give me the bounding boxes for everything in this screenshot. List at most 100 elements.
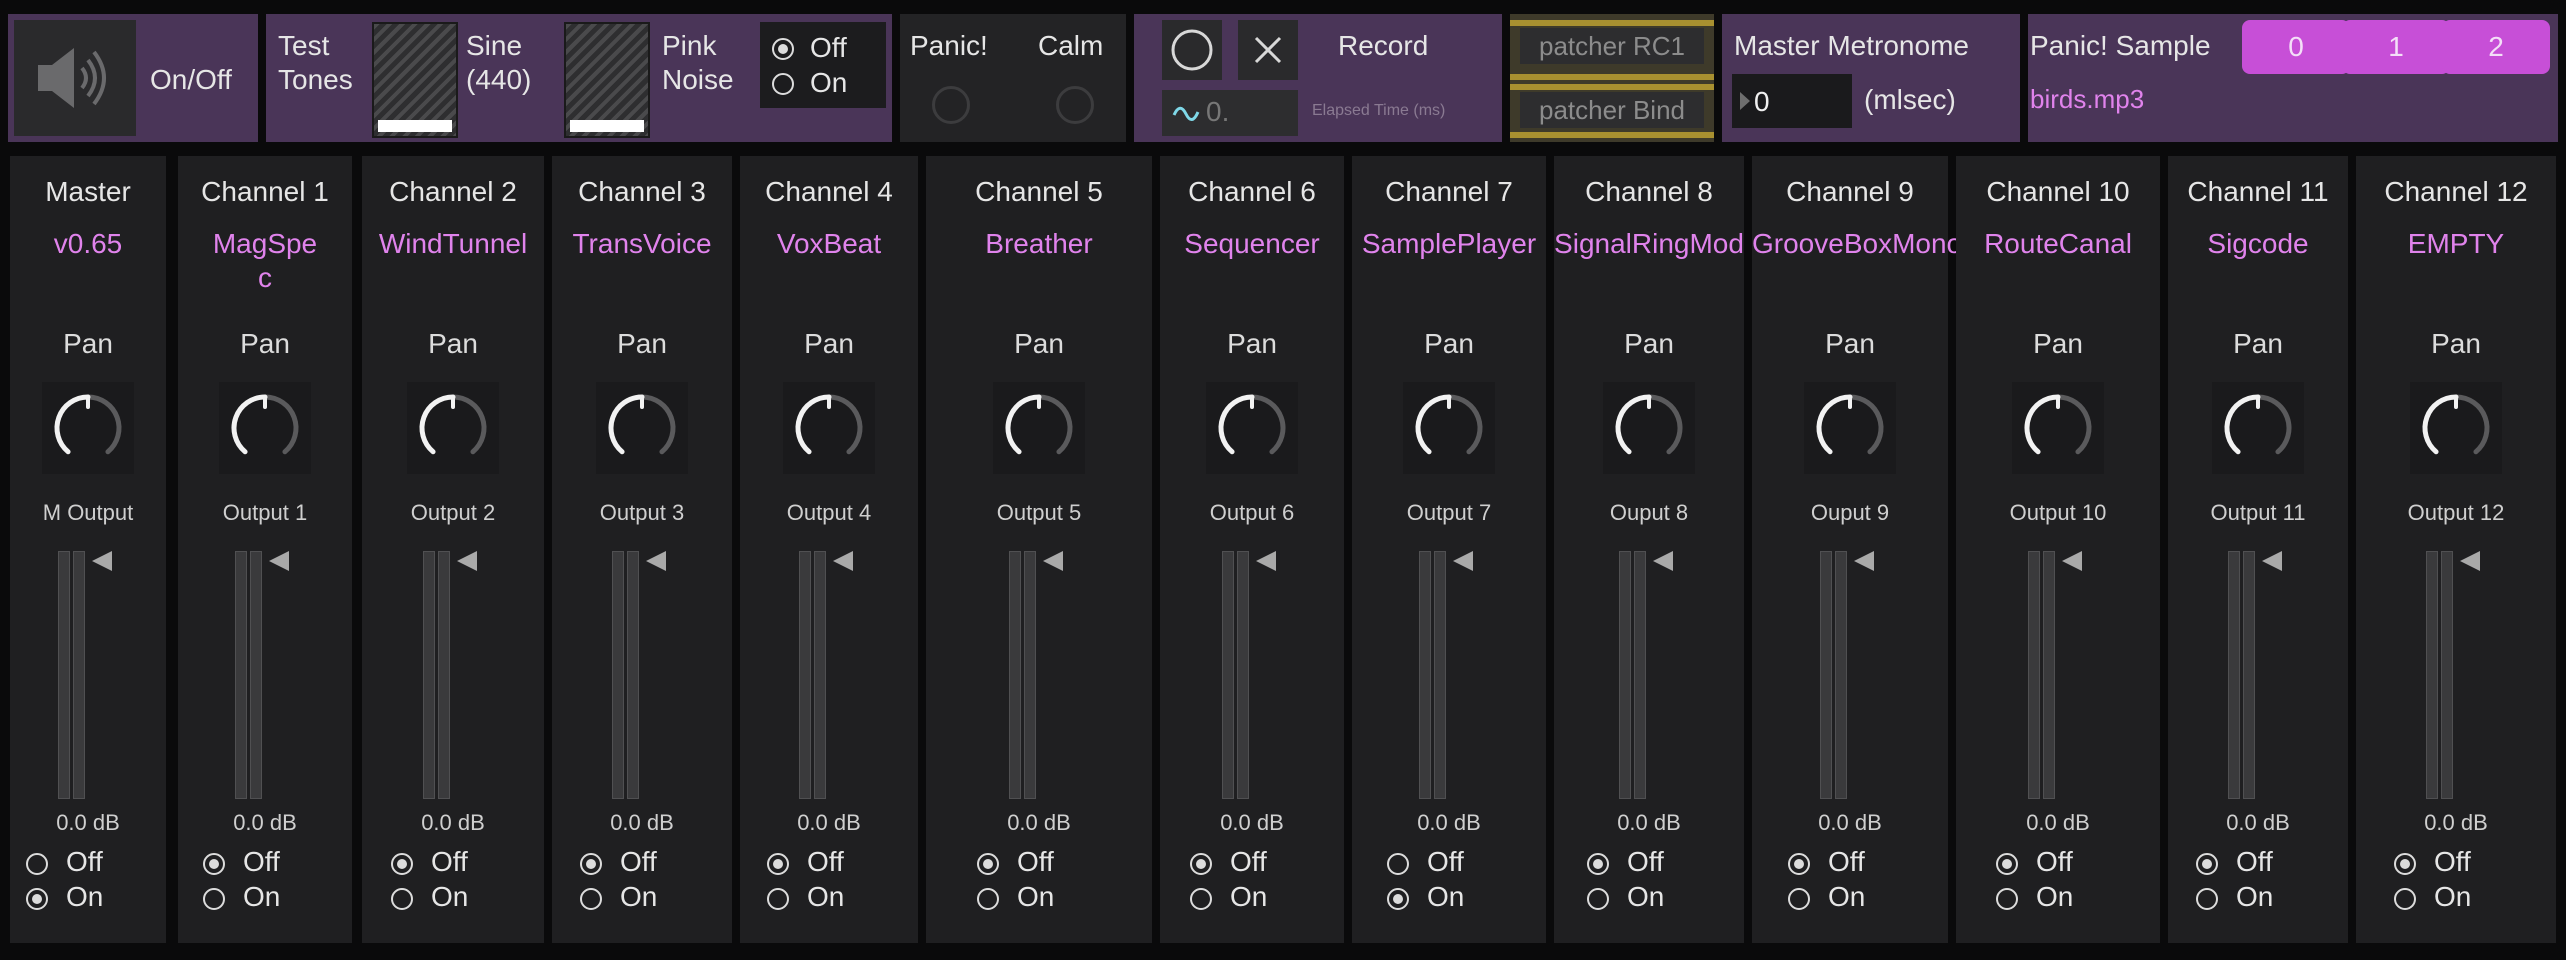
volume-fader[interactable] (799, 551, 853, 799)
pan-knob[interactable] (783, 382, 875, 474)
channel-on-radio[interactable] (1587, 888, 1609, 910)
patcher-rc1-button[interactable]: patcher RC1 (1520, 28, 1704, 64)
channel-module-name[interactable]: SamplePlayer (1352, 228, 1546, 260)
volume-fader[interactable] (1419, 551, 1473, 799)
fader-handle-icon[interactable] (457, 551, 477, 571)
channel-module-name[interactable]: EMPTY (2356, 228, 2556, 260)
channel-module-name-wrap[interactable]: c (178, 262, 352, 294)
panic-sample-button-2[interactable]: 2 (2442, 20, 2550, 74)
fader-handle-icon[interactable] (1854, 551, 1874, 571)
channel-off-radio[interactable] (1190, 853, 1212, 875)
channel-off-radio[interactable] (1788, 853, 1810, 875)
sine-tone-toggle[interactable] (372, 22, 458, 138)
channel-on-radio[interactable] (203, 888, 225, 910)
channel-module-name[interactable]: v0.65 (10, 228, 166, 260)
channel-off-radio[interactable] (26, 853, 48, 875)
volume-fader[interactable] (1009, 551, 1063, 799)
test-tones-off-radio[interactable] (772, 38, 794, 60)
volume-fader[interactable] (2426, 551, 2480, 799)
test-tones-on-radio[interactable] (772, 73, 794, 95)
channel-on-radio[interactable] (1190, 888, 1212, 910)
dac-toggle-button[interactable] (14, 20, 136, 136)
pan-knob[interactable] (1206, 382, 1298, 474)
channel-module-name[interactable]: Breather (926, 228, 1152, 260)
channel-off-radio[interactable] (391, 853, 413, 875)
volume-fader[interactable] (1222, 551, 1276, 799)
channel-off-radio[interactable] (580, 853, 602, 875)
test-tones-label-2: Tones (278, 64, 353, 95)
volume-fader[interactable] (612, 551, 666, 799)
fader-handle-icon[interactable] (2062, 551, 2082, 571)
fader-handle-icon[interactable] (269, 551, 289, 571)
panic-button[interactable] (932, 86, 970, 124)
pan-knob[interactable] (42, 382, 134, 474)
channel-module-name[interactable]: WindTunnel (362, 228, 544, 260)
channel-module-name[interactable]: Sigcode (2168, 228, 2348, 260)
metronome-number-box[interactable]: 0 (1732, 74, 1852, 128)
record-stop-button[interactable] (1238, 20, 1298, 80)
pan-knob[interactable] (1804, 382, 1896, 474)
channel-off-radio[interactable] (767, 853, 789, 875)
pan-knob[interactable] (1603, 382, 1695, 474)
volume-fader[interactable] (1619, 551, 1673, 799)
channel-on-radio[interactable] (1788, 888, 1810, 910)
pan-knob[interactable] (219, 382, 311, 474)
channel-on-radio[interactable] (1996, 888, 2018, 910)
channel-module-name[interactable]: VoxBeat (740, 228, 918, 260)
patcher-bind-button[interactable]: patcher Bind (1520, 92, 1704, 128)
volume-fader[interactable] (1820, 551, 1874, 799)
pan-knob[interactable] (2410, 382, 2502, 474)
pan-knob[interactable] (2212, 382, 2304, 474)
fader-handle-icon[interactable] (646, 551, 666, 571)
channel-on-radio[interactable] (391, 888, 413, 910)
pan-knob[interactable] (2012, 382, 2104, 474)
channel-module-name[interactable]: Sequencer (1160, 228, 1344, 260)
fader-handle-icon[interactable] (1256, 551, 1276, 571)
output-label: Output 3 (599, 500, 685, 525)
channel-module-name[interactable]: TransVoice (552, 228, 732, 260)
channel-on-radio[interactable] (2196, 888, 2218, 910)
record-button[interactable] (1162, 20, 1222, 80)
volume-fader[interactable] (58, 551, 112, 799)
fader-handle-icon[interactable] (92, 551, 112, 571)
channel-on-radio[interactable] (2394, 888, 2416, 910)
fader-handle-icon[interactable] (833, 551, 853, 571)
channel-on-radio[interactable] (977, 888, 999, 910)
fader-handle-icon[interactable] (2460, 551, 2480, 571)
pan-knob[interactable] (596, 382, 688, 474)
fader-handle-icon[interactable] (1653, 551, 1673, 571)
fader-handle-icon[interactable] (1043, 551, 1063, 571)
channel-off-radio[interactable] (1587, 853, 1609, 875)
pink-noise-toggle[interactable] (564, 22, 650, 138)
fader-handle-icon[interactable] (1453, 551, 1473, 571)
channel-off-radio[interactable] (203, 853, 225, 875)
channel-off-radio[interactable] (2394, 853, 2416, 875)
channel-module-name[interactable]: MagSpe (178, 228, 352, 260)
pan-label: Pan (1424, 328, 1474, 359)
volume-fader[interactable] (235, 551, 289, 799)
panic-sample-button-1[interactable]: 1 (2342, 20, 2450, 74)
channel-module-name[interactable]: RouteCanal (1956, 228, 2160, 260)
calm-button[interactable] (1056, 86, 1094, 124)
channel-on-label: On (66, 881, 104, 912)
channel-off-radio[interactable] (1387, 853, 1409, 875)
volume-fader[interactable] (2228, 551, 2282, 799)
panic-sample-button-0[interactable]: 0 (2242, 20, 2350, 74)
channel-on-radio[interactable] (767, 888, 789, 910)
channel-on-radio[interactable] (26, 888, 48, 910)
volume-fader[interactable] (423, 551, 477, 799)
volume-fader[interactable] (2028, 551, 2082, 799)
fader-handle-icon[interactable] (2262, 551, 2282, 571)
pan-label: Pan (1624, 328, 1674, 359)
pan-knob[interactable] (1403, 382, 1495, 474)
channel-module-name[interactable]: SignalRingMod (1554, 228, 1744, 260)
channel-on-radio[interactable] (1387, 888, 1409, 910)
record-label: Record (1338, 30, 1429, 61)
pan-knob[interactable] (993, 382, 1085, 474)
channel-off-radio[interactable] (2196, 853, 2218, 875)
channel-on-radio[interactable] (580, 888, 602, 910)
channel-module-name[interactable]: GrooveBoxMono (1752, 228, 1962, 260)
channel-off-radio[interactable] (977, 853, 999, 875)
channel-off-radio[interactable] (1996, 853, 2018, 875)
pan-knob[interactable] (407, 382, 499, 474)
